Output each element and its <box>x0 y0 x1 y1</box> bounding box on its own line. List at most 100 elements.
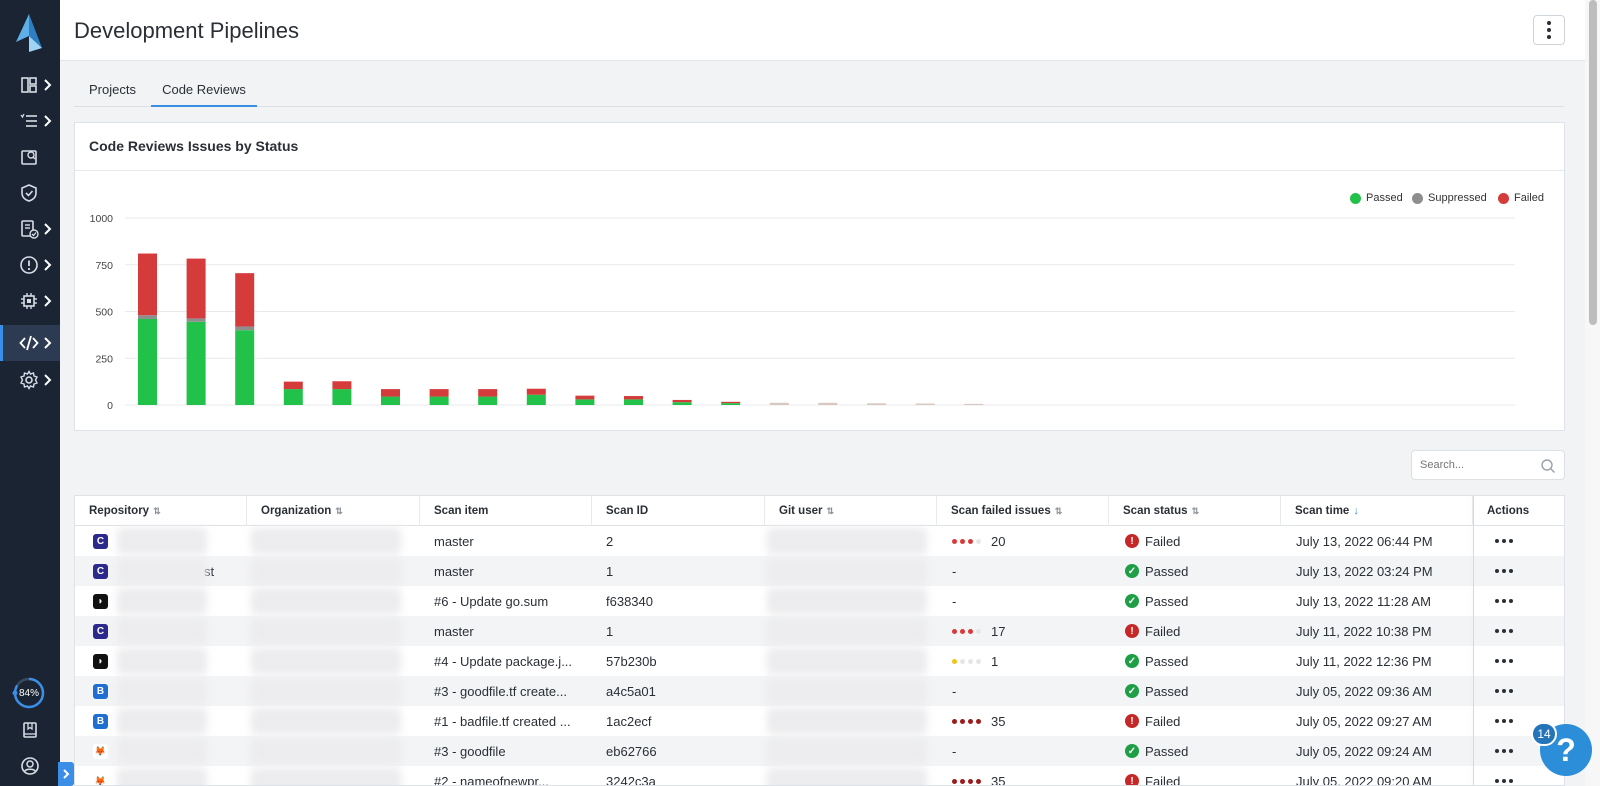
failed-issues-cell[interactable]: 17 <box>952 616 1102 646</box>
table-row[interactable]: B #3 - goodfile.tf create... a4c5a01 - ✓ Pass… <box>75 676 1564 706</box>
nav-alerts[interactable] <box>0 247 60 283</box>
search-icon[interactable] <box>1540 458 1556 474</box>
table-row[interactable]: B #1 - badfile.tf created ... 1ac2ecf 35! Fa… <box>75 706 1564 736</box>
row-actions-button[interactable] <box>1495 736 1535 766</box>
scan-item-cell[interactable]: #6 - Update go.sum <box>434 586 584 616</box>
bar-passed[interactable] <box>624 399 643 405</box>
bar-failed[interactable] <box>867 403 886 405</box>
bar-passed[interactable] <box>478 396 498 405</box>
scan-item-cell[interactable]: master <box>434 556 584 586</box>
column-header-scan-id[interactable]: Scan ID <box>592 496 765 526</box>
column-header-organization[interactable]: Organization ⇅ <box>247 496 420 526</box>
nav-policies[interactable] <box>0 175 60 211</box>
table-row[interactable]: ◗ #6 - Update go.sum f638340 - ✓ Passed July 1… <box>75 586 1564 616</box>
bar-failed[interactable] <box>526 388 546 395</box>
nav-investigate[interactable] <box>0 139 60 175</box>
row-actions-button[interactable] <box>1495 616 1535 646</box>
prisma-logo[interactable] <box>12 12 46 52</box>
bar-passed[interactable] <box>381 396 400 405</box>
failed-issues-cell[interactable]: - <box>952 586 1102 616</box>
bar-passed[interactable] <box>818 403 838 405</box>
row-actions-button[interactable] <box>1495 646 1535 676</box>
bar-suppressed[interactable] <box>235 326 255 331</box>
column-header-scan-time[interactable]: Scan time ↓ <box>1281 496 1473 526</box>
bar-passed[interactable] <box>332 389 352 405</box>
bar-failed[interactable] <box>721 401 741 404</box>
row-actions-button[interactable] <box>1495 676 1535 706</box>
nav-inventory[interactable] <box>0 103 60 139</box>
table-row[interactable]: 🦊 #3 - goodfile eb62766 - ✓ Passed July 05, 20… <box>75 736 1564 766</box>
search-field[interactable] <box>1411 450 1565 480</box>
bar-passed[interactable] <box>721 403 741 405</box>
bar-failed[interactable] <box>818 402 838 404</box>
row-actions-button[interactable] <box>1495 526 1535 556</box>
column-header-repository[interactable]: Repository ⇅ <box>75 496 247 526</box>
bar-failed[interactable] <box>478 389 498 397</box>
more-options-button[interactable] <box>1533 15 1565 45</box>
bar-suppressed[interactable] <box>138 315 157 319</box>
bar-passed[interactable] <box>283 389 303 405</box>
bar-passed[interactable] <box>575 399 595 405</box>
bar-failed[interactable] <box>283 381 303 390</box>
scan-item-cell[interactable]: master <box>434 616 584 646</box>
nav-code-security[interactable] <box>0 325 60 361</box>
failed-issues-cell[interactable]: 1 <box>952 646 1102 676</box>
nav-dashboards[interactable] <box>0 67 60 103</box>
scan-item-cell[interactable]: #1 - badfile.tf created ... <box>434 706 584 736</box>
scan-item-cell[interactable]: #2 - nameofnewpr... <box>434 766 584 786</box>
sort-icon[interactable]: ⇅ <box>1192 506 1200 517</box>
row-actions-button[interactable] <box>1495 766 1535 785</box>
bar-failed[interactable] <box>138 253 157 316</box>
bar-passed[interactable] <box>526 394 546 405</box>
column-header-scan-status[interactable]: Scan status ⇅ <box>1109 496 1281 526</box>
scrollbar-thumb[interactable] <box>1589 0 1597 325</box>
tab-code-reviews[interactable]: Code Reviews <box>151 82 257 107</box>
bar-failed[interactable] <box>672 399 692 403</box>
failed-issues-cell[interactable]: 35 <box>952 766 1102 785</box>
bar-passed[interactable] <box>186 321 206 405</box>
failed-issues-cell[interactable]: 35 <box>952 706 1102 736</box>
user-profile-icon[interactable] <box>20 756 40 776</box>
column-header-git-user[interactable]: Git user ⇅ <box>765 496 937 526</box>
scan-item-cell[interactable]: master <box>434 526 584 556</box>
scan-item-cell[interactable]: #3 - goodfile <box>434 736 584 766</box>
bar-passed[interactable] <box>672 402 692 405</box>
scan-item-cell[interactable]: #3 - goodfile.tf create... <box>434 676 584 706</box>
nav-compute[interactable] <box>0 283 60 319</box>
bar-failed[interactable] <box>575 395 595 400</box>
bar-failed[interactable] <box>186 258 206 319</box>
scan-item-cell[interactable]: #4 - Update package.j... <box>434 646 584 676</box>
search-input[interactable] <box>1420 459 1530 471</box>
bar-passed[interactable] <box>138 318 157 405</box>
bar-passed[interactable] <box>235 330 255 405</box>
bar-failed[interactable] <box>624 396 643 400</box>
bar-passed[interactable] <box>769 403 789 405</box>
table-row[interactable]: Cmaster 2 20! Failed July 13, 2022 06:44 PM <box>75 526 1564 556</box>
column-header-scan-item[interactable]: Scan item <box>420 496 592 526</box>
bar-failed[interactable] <box>235 273 255 327</box>
expand-sidebar-button[interactable] <box>58 762 74 786</box>
sort-icon[interactable]: ⇅ <box>826 506 834 517</box>
failed-issues-cell[interactable]: - <box>952 676 1102 706</box>
failed-issues-cell[interactable]: - <box>952 556 1102 586</box>
book-icon[interactable] <box>20 720 40 740</box>
failed-issues-cell[interactable]: - <box>952 736 1102 766</box>
row-actions-button[interactable] <box>1495 586 1535 616</box>
sort-icon[interactable]: ⇅ <box>1055 506 1063 517</box>
tab-projects[interactable]: Projects <box>89 82 136 107</box>
sort-desc-icon[interactable]: ↓ <box>1353 505 1359 517</box>
nav-compliance[interactable] <box>0 211 60 247</box>
table-row[interactable]: ◗ #4 - Update package.j... 57b230b 1 ✓ Passed… <box>75 646 1564 676</box>
bar-suppressed[interactable] <box>186 318 206 322</box>
bar-passed[interactable] <box>429 396 449 405</box>
bar-failed[interactable] <box>915 403 935 405</box>
row-actions-button[interactable] <box>1495 706 1535 736</box>
bar-failed[interactable] <box>964 403 984 405</box>
sort-icon[interactable]: ⇅ <box>335 506 343 517</box>
table-row[interactable]: Cmaster 1 17! Failed July 11, 2022 10:38 PM <box>75 616 1564 646</box>
bar-failed[interactable] <box>381 389 400 397</box>
bar-failed[interactable] <box>332 381 352 390</box>
table-row[interactable]: 🦊 #2 - nameofnewpr... 3242c3a 35! Failed July… <box>75 766 1564 786</box>
bar-failed[interactable] <box>429 389 449 397</box>
failed-issues-cell[interactable]: 20 <box>952 526 1102 556</box>
